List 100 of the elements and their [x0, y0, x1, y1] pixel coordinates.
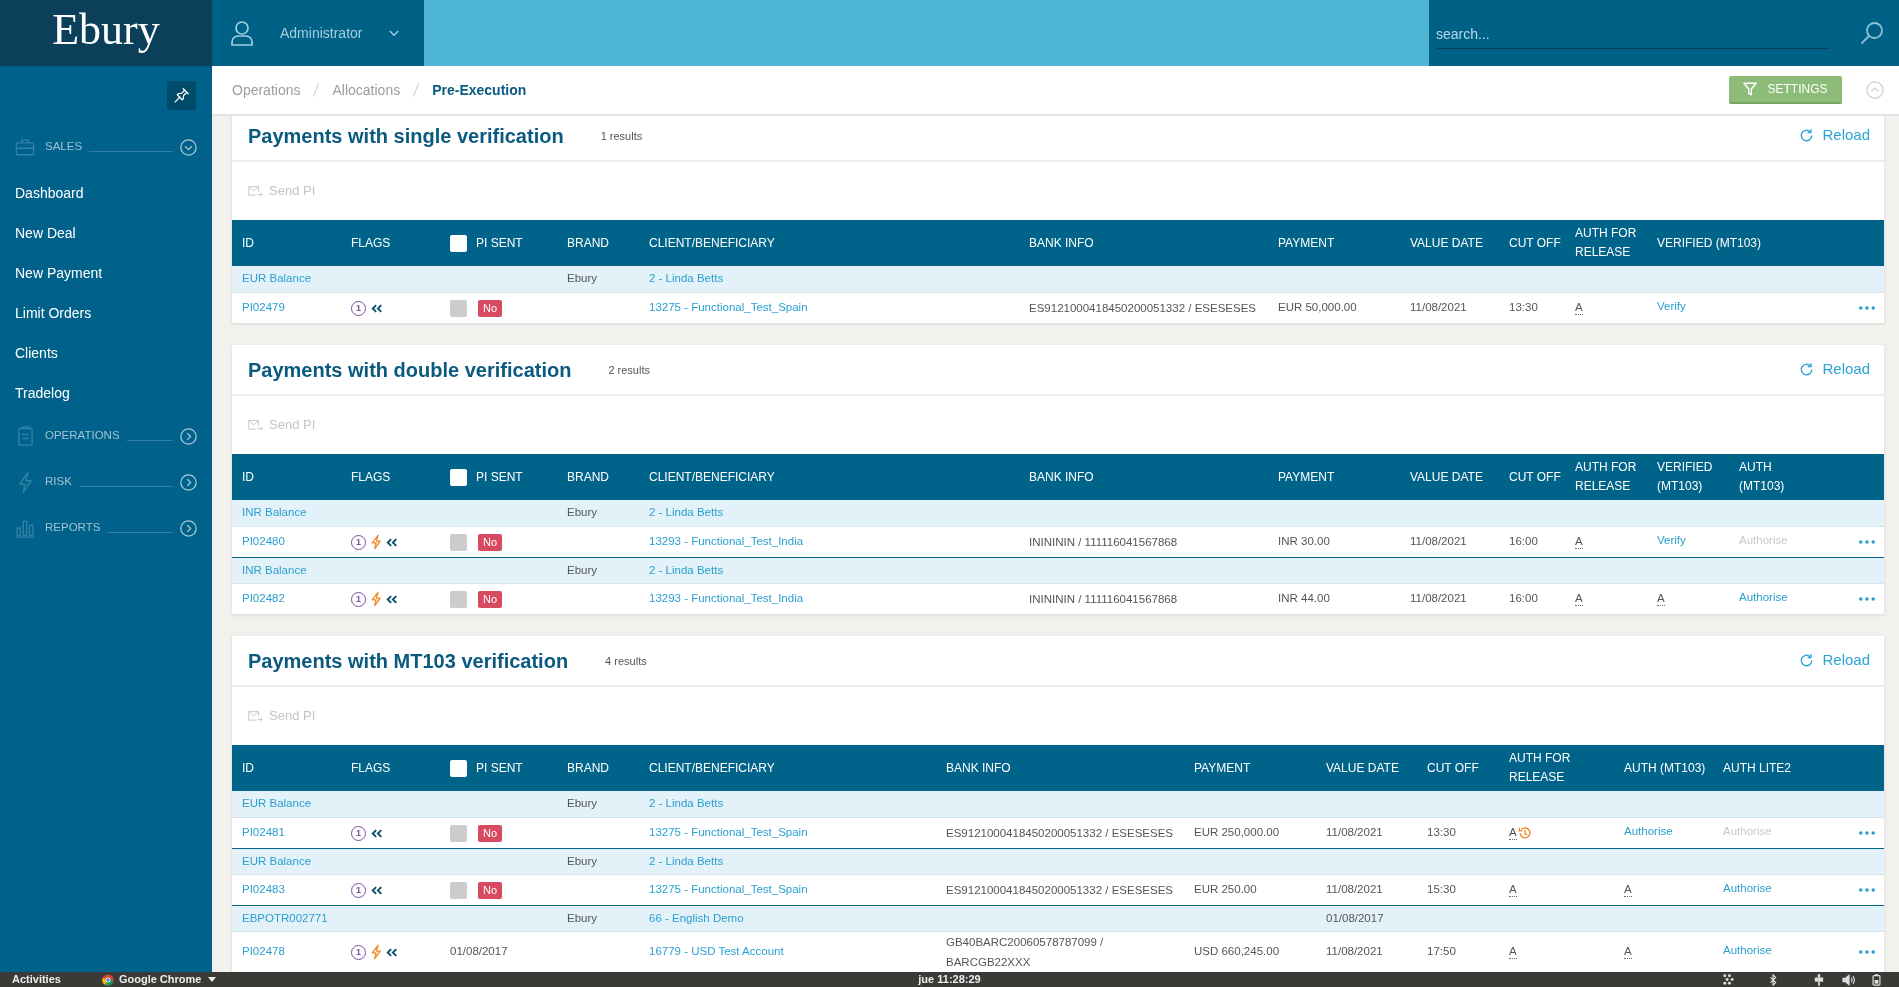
beneficiary-link[interactable]: 13293 - Functional_Test_India [649, 533, 804, 551]
sidebar-item[interactable]: Dashboard [0, 173, 212, 213]
bank-info-text: ININININ / 111116041567868 [1029, 592, 1178, 607]
column-header: AUTH LITE2 [1723, 759, 1792, 777]
account-link[interactable]: EUR Balance [242, 852, 312, 871]
double-chevron-icon [386, 594, 398, 604]
clock-text[interactable]: jue 11:28:29 [918, 974, 981, 985]
payment-id-link[interactable]: PI02479 [242, 299, 285, 317]
account-link[interactable]: INR Balance [242, 561, 307, 580]
beneficiary-link[interactable]: 13293 - Functional_Test_India [649, 590, 804, 608]
sidebar-section[interactable]: SALES [0, 124, 212, 170]
double-chevron-icon [371, 885, 383, 895]
search-field[interactable]: search... [1436, 19, 1830, 49]
payment-id-link[interactable]: PI02481 [242, 824, 285, 842]
select-all-checkbox[interactable] [450, 468, 467, 486]
collapse-icon[interactable] [1866, 81, 1884, 99]
beneficiary-link[interactable]: 13275 - Functional_Test_Spain [649, 299, 808, 317]
action-link[interactable]: Authorise [1723, 879, 1772, 898]
sidebar-item[interactable]: New Payment [0, 253, 212, 293]
column-header: CLIENT/BENEFICIARY [649, 468, 776, 486]
pin-button[interactable] [167, 81, 196, 110]
brand-text: Ebury [567, 505, 598, 521]
reload-button[interactable]: Reload [1799, 649, 1870, 672]
breadcrumb-link[interactable]: Operations [232, 79, 301, 101]
action-link[interactable]: Authorise [1624, 822, 1673, 841]
sidebar-item[interactable]: Clients [0, 333, 212, 373]
more-icon[interactable] [1859, 306, 1875, 310]
sidebar-section[interactable]: REPORTS [0, 505, 212, 551]
send-mail-icon [248, 185, 263, 197]
beneficiary-link[interactable]: 13275 - Functional_Test_Spain [649, 824, 808, 842]
payment-id-link[interactable]: PI02483 [242, 881, 285, 899]
account-link[interactable]: INR Balance [242, 504, 307, 522]
column-header: BRAND [567, 468, 610, 486]
bluetooth-icon[interactable] [1769, 973, 1778, 986]
more-icon[interactable] [1859, 540, 1875, 544]
account-link[interactable]: EBPOTR002771 [242, 909, 328, 928]
column-header: CUT OFF [1509, 234, 1562, 252]
bank-info-text: ES9121000418450200051332 / ESESESES [946, 826, 1173, 841]
double-chevron-icon [371, 828, 383, 838]
dot-cluster-icon[interactable] [1722, 974, 1735, 985]
user-menu[interactable]: Administrator [212, 0, 424, 66]
sidebar-section[interactable]: RISK [0, 459, 212, 505]
volume-icon[interactable] [1842, 973, 1856, 986]
pi-sent-badge: No [478, 824, 503, 842]
column-header: FLAGS [351, 234, 392, 252]
sidebar-item[interactable]: New Deal [0, 213, 212, 253]
account-link[interactable]: EUR Balance [242, 795, 312, 813]
column-header: CUT OFF [1509, 468, 1562, 486]
reload-button[interactable]: Reload [1799, 358, 1870, 381]
payment-id-link[interactable]: PI02478 [242, 943, 285, 961]
user-initial: A [1657, 592, 1665, 606]
client-link[interactable]: 66 - English Demo [649, 909, 744, 928]
filter-icon [1743, 82, 1758, 96]
client-link[interactable]: 2 - Linda Betts [649, 270, 724, 288]
value-date-text: 11/08/2021 [1410, 300, 1467, 316]
bar-chart-icon [15, 518, 35, 538]
plug-icon[interactable] [1814, 973, 1824, 986]
breadcrumb-link[interactable]: Allocations [332, 79, 401, 101]
search-icon[interactable] [1860, 21, 1884, 45]
beneficiary-link[interactable]: 16779 - USD Test Account [649, 943, 784, 961]
pi-sent-badge: No [478, 590, 503, 608]
user-initial: A [1624, 883, 1632, 897]
action-link[interactable]: Authorise [1723, 941, 1772, 960]
select-all-checkbox[interactable] [450, 234, 467, 252]
pi-sent-date-text: 01/08/2017 [450, 944, 508, 960]
settings-button[interactable]: SETTINGS [1729, 76, 1842, 104]
sidebar-item[interactable]: Tradelog [0, 373, 212, 413]
battery-icon[interactable] [1872, 973, 1881, 986]
more-icon[interactable] [1859, 597, 1875, 601]
payment-id-link[interactable]: PI02482 [242, 590, 285, 608]
lightning-icon [371, 534, 381, 550]
column-header: PAYMENT [1278, 234, 1336, 252]
select-all-checkbox[interactable] [450, 759, 467, 777]
client-link[interactable]: 2 - Linda Betts [649, 852, 724, 871]
payment-id-link[interactable]: PI02480 [242, 533, 285, 551]
client-link[interactable]: 2 - Linda Betts [649, 561, 724, 580]
reload-icon [1799, 653, 1815, 668]
more-icon[interactable] [1859, 888, 1875, 892]
action-link[interactable]: Verify [1657, 297, 1686, 316]
value-date-text: 11/08/2021 [1410, 534, 1467, 550]
column-header: ID [242, 468, 255, 486]
sidebar-item[interactable]: Limit Orders [0, 293, 212, 333]
more-icon[interactable] [1859, 831, 1875, 835]
action-link[interactable]: Authorise [1739, 588, 1788, 607]
client-link[interactable]: 2 - Linda Betts [649, 795, 724, 813]
account-link[interactable]: EUR Balance [242, 270, 312, 288]
column-header: BANK INFO [1029, 234, 1095, 252]
cut-off-text: 13:30 [1509, 300, 1538, 316]
reload-button[interactable]: Reload [1799, 124, 1870, 147]
client-link[interactable]: 2 - Linda Betts [649, 504, 724, 522]
activities-button[interactable]: Activities [12, 974, 61, 985]
app-menu[interactable]: Google Chrome [101, 973, 217, 986]
caret-icon [208, 977, 217, 982]
sidebar-section[interactable]: OPERATIONS [0, 413, 212, 459]
more-icon[interactable] [1859, 950, 1875, 954]
user-initial: A [1509, 883, 1517, 897]
double-chevron-icon [371, 303, 383, 313]
beneficiary-link[interactable]: 13275 - Functional_Test_Spain [649, 881, 808, 899]
column-header: FLAGS [351, 759, 392, 777]
action-link[interactable]: Verify [1657, 531, 1686, 550]
